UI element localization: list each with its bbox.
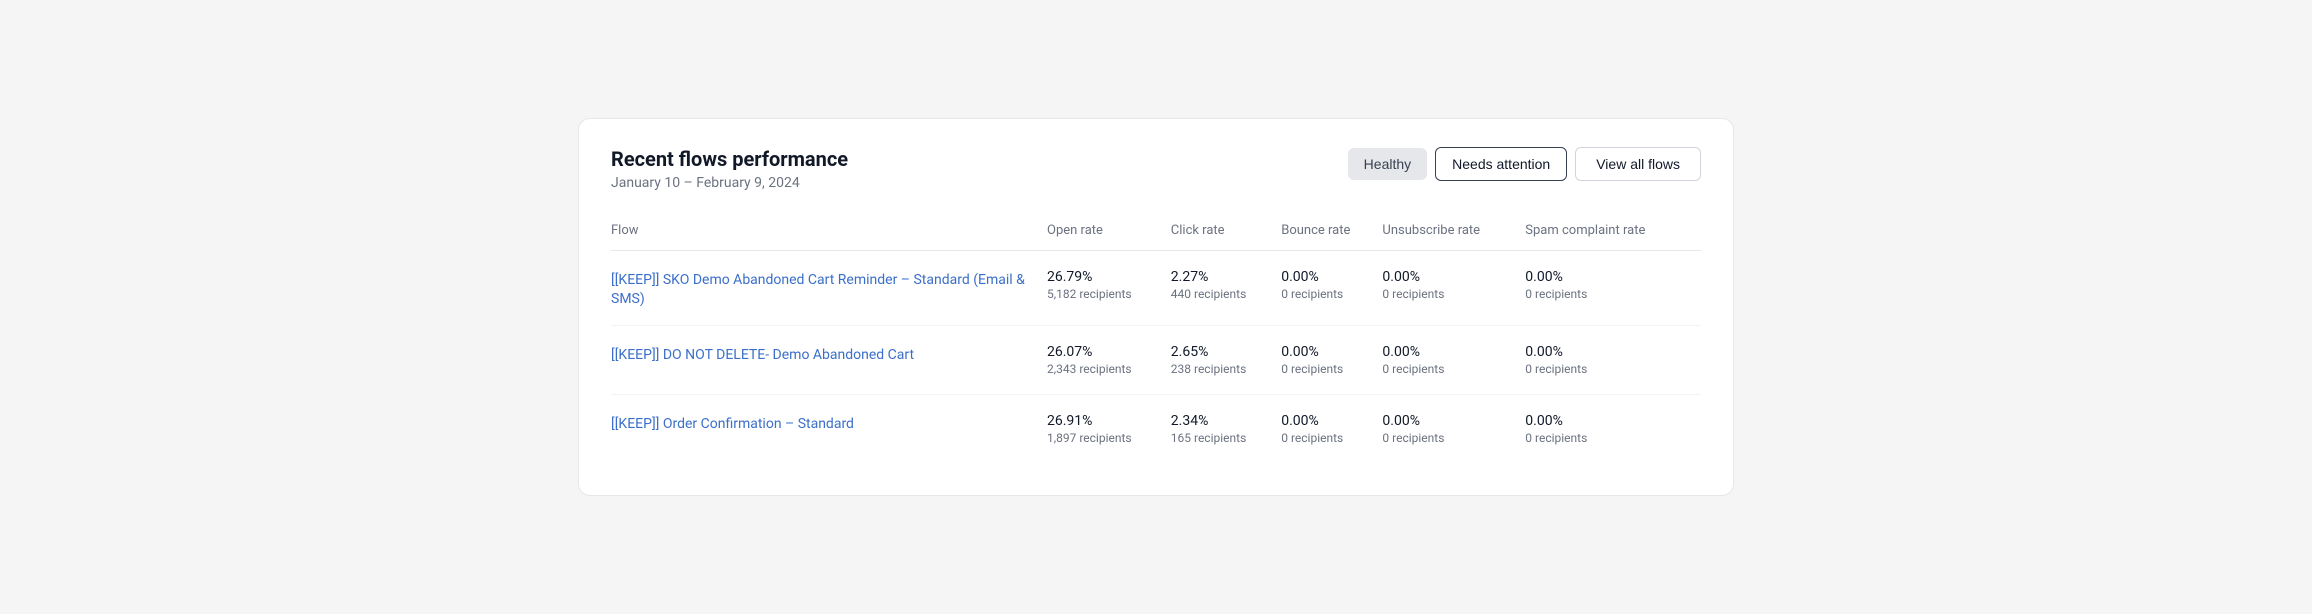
col-header-flow: Flow xyxy=(611,223,1047,251)
flow-link[interactable]: [[KEEP]] DO NOT DELETE- Demo Abandoned C… xyxy=(611,347,914,363)
click-rate-value: 2.27% xyxy=(1171,269,1281,285)
card-title: Recent flows performance xyxy=(611,147,848,171)
bounce-rate-recipients: 0 recipients xyxy=(1281,287,1382,301)
spam-rate-recipients: 0 recipients xyxy=(1525,431,1701,445)
click-rate-recipients: 238 recipients xyxy=(1171,362,1281,376)
bounce-rate-value: 0.00% xyxy=(1281,413,1382,429)
flow-link[interactable]: [[KEEP]] SKO Demo Abandoned Cart Reminde… xyxy=(611,272,1025,307)
unsubscribe-rate-value: 0.00% xyxy=(1382,344,1525,360)
open-rate-value: 26.79% xyxy=(1047,269,1171,285)
bounce-rate-cell: 0.00% 0 recipients xyxy=(1281,251,1382,326)
table-row: [[KEEP]] Order Confirmation – Standard 2… xyxy=(611,395,1701,464)
col-header-open-rate: Open rate xyxy=(1047,223,1171,251)
spam-rate-cell: 0.00% 0 recipients xyxy=(1525,395,1701,464)
open-rate-cell: 26.91% 1,897 recipients xyxy=(1047,395,1171,464)
spam-rate-value: 0.00% xyxy=(1525,344,1701,360)
spam-rate-value: 0.00% xyxy=(1525,413,1701,429)
recent-flows-card: Recent flows performance January 10 – Fe… xyxy=(578,118,1734,496)
open-rate-cell: 26.07% 2,343 recipients xyxy=(1047,326,1171,395)
bounce-rate-cell: 0.00% 0 recipients xyxy=(1281,395,1382,464)
healthy-button[interactable]: Healthy xyxy=(1348,148,1427,180)
bounce-rate-recipients: 0 recipients xyxy=(1281,431,1382,445)
flow-name-cell: [[KEEP]] SKO Demo Abandoned Cart Reminde… xyxy=(611,251,1047,326)
click-rate-value: 2.65% xyxy=(1171,344,1281,360)
spam-rate-recipients: 0 recipients xyxy=(1525,362,1701,376)
open-rate-recipients: 5,182 recipients xyxy=(1047,287,1171,301)
click-rate-recipients: 440 recipients xyxy=(1171,287,1281,301)
unsubscribe-rate-value: 0.00% xyxy=(1382,269,1525,285)
table-row: [[KEEP]] SKO Demo Abandoned Cart Reminde… xyxy=(611,251,1701,326)
bounce-rate-value: 0.00% xyxy=(1281,269,1382,285)
open-rate-cell: 26.79% 5,182 recipients xyxy=(1047,251,1171,326)
click-rate-cell: 2.34% 165 recipients xyxy=(1171,395,1281,464)
flow-name-cell: [[KEEP]] DO NOT DELETE- Demo Abandoned C… xyxy=(611,326,1047,395)
col-header-click-rate: Click rate xyxy=(1171,223,1281,251)
unsubscribe-rate-recipients: 0 recipients xyxy=(1382,287,1525,301)
spam-rate-recipients: 0 recipients xyxy=(1525,287,1701,301)
flow-name-cell: [[KEEP]] Order Confirmation – Standard xyxy=(611,395,1047,464)
table-header-row: Flow Open rate Click rate Bounce rate Un… xyxy=(611,223,1701,251)
open-rate-recipients: 2,343 recipients xyxy=(1047,362,1171,376)
spam-rate-value: 0.00% xyxy=(1525,269,1701,285)
table-row: [[KEEP]] DO NOT DELETE- Demo Abandoned C… xyxy=(611,326,1701,395)
click-rate-recipients: 165 recipients xyxy=(1171,431,1281,445)
card-header: Recent flows performance January 10 – Fe… xyxy=(611,147,1701,191)
card-subtitle: January 10 – February 9, 2024 xyxy=(611,175,848,191)
unsubscribe-rate-cell: 0.00% 0 recipients xyxy=(1382,326,1525,395)
bounce-rate-value: 0.00% xyxy=(1281,344,1382,360)
view-all-flows-button[interactable]: View all flows xyxy=(1575,147,1701,181)
click-rate-cell: 2.65% 238 recipients xyxy=(1171,326,1281,395)
unsubscribe-rate-recipients: 0 recipients xyxy=(1382,362,1525,376)
unsubscribe-rate-value: 0.00% xyxy=(1382,413,1525,429)
unsubscribe-rate-recipients: 0 recipients xyxy=(1382,431,1525,445)
bounce-rate-recipients: 0 recipients xyxy=(1281,362,1382,376)
spam-rate-cell: 0.00% 0 recipients xyxy=(1525,326,1701,395)
col-header-unsubscribe-rate: Unsubscribe rate xyxy=(1382,223,1525,251)
open-rate-value: 26.07% xyxy=(1047,344,1171,360)
open-rate-recipients: 1,897 recipients xyxy=(1047,431,1171,445)
click-rate-value: 2.34% xyxy=(1171,413,1281,429)
header-actions: Healthy Needs attention View all flows xyxy=(1348,147,1701,181)
col-header-spam-rate: Spam complaint rate xyxy=(1525,223,1701,251)
col-header-bounce-rate: Bounce rate xyxy=(1281,223,1382,251)
needs-attention-button[interactable]: Needs attention xyxy=(1435,147,1567,181)
unsubscribe-rate-cell: 0.00% 0 recipients xyxy=(1382,395,1525,464)
spam-rate-cell: 0.00% 0 recipients xyxy=(1525,251,1701,326)
bounce-rate-cell: 0.00% 0 recipients xyxy=(1281,326,1382,395)
flow-link[interactable]: [[KEEP]] Order Confirmation – Standard xyxy=(611,416,854,432)
open-rate-value: 26.91% xyxy=(1047,413,1171,429)
header-left: Recent flows performance January 10 – Fe… xyxy=(611,147,848,191)
click-rate-cell: 2.27% 440 recipients xyxy=(1171,251,1281,326)
unsubscribe-rate-cell: 0.00% 0 recipients xyxy=(1382,251,1525,326)
flows-table: Flow Open rate Click rate Bounce rate Un… xyxy=(611,223,1701,463)
